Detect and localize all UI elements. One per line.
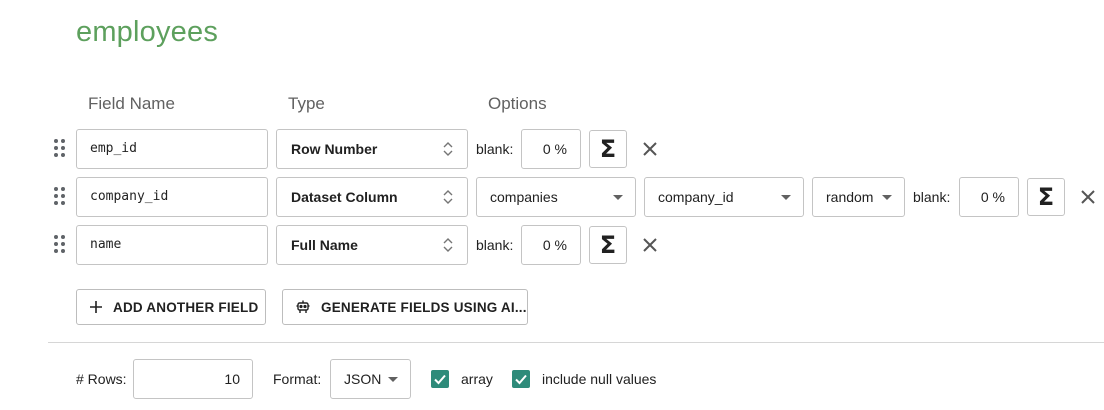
field-type-label: Row Number <box>291 141 378 157</box>
dataset-select[interactable]: companies <box>476 177 636 217</box>
close-icon[interactable] <box>1079 188 1097 206</box>
field-type-select[interactable]: Dataset Column <box>276 177 468 217</box>
add-field-label: ADD ANOTHER FIELD <box>113 299 259 315</box>
array-label: array <box>461 371 493 387</box>
format-label: Format: <box>273 371 322 387</box>
rows-label: # Rows: <box>76 371 127 387</box>
updown-arrows-icon <box>443 190 453 204</box>
sigma-icon: Σ <box>1037 183 1055 211</box>
check-icon <box>515 374 527 385</box>
blank-percent-input[interactable]: 0 % <box>959 177 1019 217</box>
page-title: employees <box>76 16 219 48</box>
robot-icon <box>295 299 311 315</box>
close-icon[interactable] <box>641 140 659 158</box>
divider <box>48 342 1104 343</box>
format-select-value: JSON <box>344 371 382 387</box>
sigma-icon: Σ <box>599 231 617 259</box>
blank-percent-input[interactable]: 0 % <box>521 129 581 169</box>
formula-button[interactable]: Σ <box>589 226 627 264</box>
blank-label: blank: <box>476 141 514 157</box>
field-name-input[interactable]: name <box>76 225 268 265</box>
include-null-label: include null values <box>542 371 657 387</box>
field-type-label: Full Name <box>291 237 358 253</box>
caret-down-icon <box>882 195 892 200</box>
sigma-icon: Σ <box>599 135 617 163</box>
column-select[interactable]: company_id <box>644 177 804 217</box>
generate-ai-label: GENERATE FIELDS USING AI... <box>321 299 527 315</box>
caret-down-icon <box>613 195 623 200</box>
field-name-input[interactable]: emp_id <box>76 129 268 169</box>
rows-input[interactable]: 10 <box>133 359 253 399</box>
dataset-select-value: companies <box>490 189 558 205</box>
drag-handle-icon[interactable] <box>54 187 68 207</box>
updown-arrows-icon <box>443 142 453 156</box>
add-field-button[interactable]: ADD ANOTHER FIELD <box>76 289 266 325</box>
field-type-select[interactable]: Full Name <box>276 225 468 265</box>
include-null-checkbox[interactable] <box>512 370 530 388</box>
close-icon[interactable] <box>641 236 659 254</box>
check-icon <box>434 374 446 385</box>
type-header: Type <box>288 94 325 113</box>
format-select[interactable]: JSON <box>330 359 411 399</box>
drag-handle-icon[interactable] <box>54 235 68 255</box>
generate-ai-button[interactable]: GENERATE FIELDS USING AI... <box>282 289 528 325</box>
blank-label: blank: <box>913 189 951 205</box>
column-select-value: company_id <box>658 189 734 205</box>
selection-mode-select[interactable]: random <box>812 177 905 217</box>
options-header: Options <box>488 94 547 113</box>
formula-button[interactable]: Σ <box>1027 178 1065 216</box>
formula-button[interactable]: Σ <box>589 130 627 168</box>
field-type-label: Dataset Column <box>291 189 398 205</box>
caret-down-icon <box>781 195 791 200</box>
drag-handle-icon[interactable] <box>54 139 68 159</box>
array-checkbox[interactable] <box>431 370 449 388</box>
field-name-input[interactable]: company_id <box>76 177 268 217</box>
updown-arrows-icon <box>443 238 453 252</box>
caret-down-icon <box>388 377 398 382</box>
blank-label: blank: <box>476 237 514 253</box>
plus-icon <box>89 300 103 314</box>
blank-percent-input[interactable]: 0 % <box>521 225 581 265</box>
field-name-header: Field Name <box>88 94 175 113</box>
field-type-select[interactable]: Row Number <box>276 129 468 169</box>
selection-mode-value: random <box>826 189 874 205</box>
